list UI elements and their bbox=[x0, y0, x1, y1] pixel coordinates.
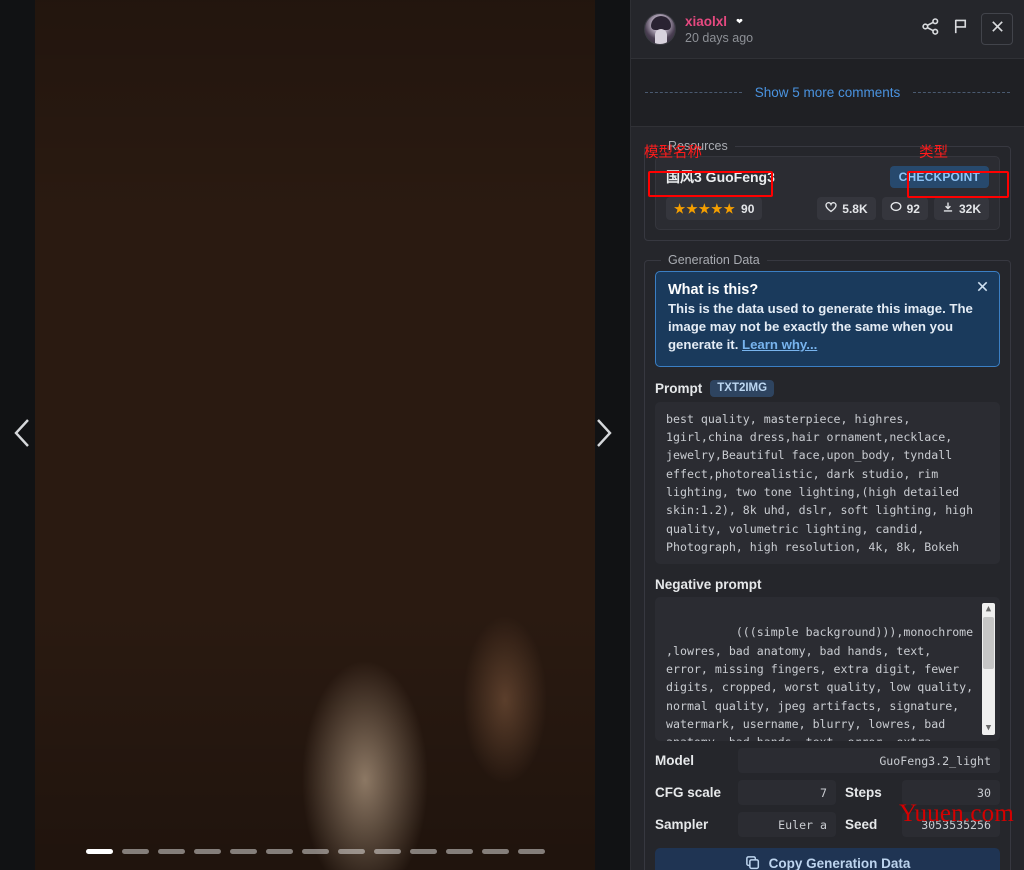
scroll-up-arrow-icon[interactable]: ▲ bbox=[986, 603, 991, 616]
post-timestamp: 20 days ago bbox=[685, 30, 754, 45]
carousel-dot[interactable] bbox=[409, 849, 437, 854]
sidebar-body: Resources 国风3 GuoFeng3 CHECKPOINT ★★★★★ … bbox=[631, 127, 1024, 870]
comment-icon bbox=[890, 201, 902, 216]
download-icon bbox=[942, 201, 954, 216]
sampler-seed-row: Sampler Euler a Seed 3053535256 bbox=[655, 812, 1000, 838]
generated-image bbox=[35, 0, 595, 870]
flag-icon bbox=[951, 17, 970, 41]
prompt-type-chip[interactable]: TXT2IMG bbox=[710, 379, 775, 397]
downloads-pill[interactable]: 32K bbox=[933, 197, 989, 220]
copy-generation-data-label: Copy Generation Data bbox=[768, 856, 911, 870]
negative-prompt-box[interactable]: (((simple background))),monochrome ,lowr… bbox=[655, 597, 1000, 742]
copy-icon bbox=[745, 855, 760, 870]
close-icon bbox=[976, 280, 989, 298]
detail-sidebar: xiaolxl ❤ 20 days ago Show 5 more commen… bbox=[630, 0, 1024, 870]
learn-why-link[interactable]: Learn why... bbox=[742, 337, 817, 352]
divider-left bbox=[645, 92, 742, 93]
carousel-dot[interactable] bbox=[337, 849, 365, 854]
image-detail-page: xiaolxl ❤ 20 days ago Show 5 more commen… bbox=[0, 0, 1024, 870]
model-row: Model GuoFeng3.2_light bbox=[655, 748, 1000, 774]
rating-count: 90 bbox=[741, 201, 755, 216]
callout-body-text: This is the data used to generate this i… bbox=[668, 301, 973, 353]
carousel-dot[interactable] bbox=[265, 849, 293, 854]
resource-card-top: 国风3 GuoFeng3 CHECKPOINT bbox=[666, 166, 989, 188]
negative-prompt-scrollbar[interactable]: ▲ ▼ bbox=[982, 603, 995, 736]
avatar[interactable] bbox=[644, 13, 676, 45]
cfg-scale-label: CFG scale bbox=[655, 785, 722, 801]
previous-image-button[interactable] bbox=[2, 405, 42, 465]
rating-pill[interactable]: ★★★★★ 90 bbox=[666, 197, 763, 220]
resource-card: 国风3 GuoFeng3 CHECKPOINT ★★★★★ 90 5.8K 92… bbox=[655, 156, 1000, 230]
chevron-right-icon bbox=[593, 416, 615, 455]
prompt-label-row: Prompt TXT2IMG bbox=[655, 379, 1000, 397]
generation-data-section: Generation Data What is this? This is th… bbox=[644, 253, 1011, 870]
scrollbar-thumb[interactable] bbox=[983, 617, 994, 670]
prompt-text[interactable]: best quality, masterpiece, highres, 1gir… bbox=[655, 401, 1000, 565]
next-image-button[interactable] bbox=[584, 405, 624, 465]
carousel-dot[interactable] bbox=[481, 849, 509, 854]
downloads-count: 32K bbox=[958, 201, 981, 216]
carousel-dot[interactable] bbox=[85, 849, 113, 854]
comments-section: Show 5 more comments bbox=[631, 59, 1024, 127]
share-button[interactable] bbox=[915, 14, 945, 44]
heart-icon bbox=[825, 201, 837, 216]
divider-right bbox=[913, 92, 1010, 93]
share-icon bbox=[921, 17, 940, 41]
username-link[interactable]: xiaolxl bbox=[685, 14, 727, 29]
engagement-pills: 5.8K 92 32K bbox=[817, 197, 989, 220]
carousel-dot[interactable] bbox=[229, 849, 257, 854]
chevron-left-icon bbox=[11, 416, 33, 455]
sidebar-header: xiaolxl ❤ 20 days ago bbox=[631, 0, 1024, 59]
carousel-dot[interactable] bbox=[157, 849, 185, 854]
callout-body: This is the data used to generate this i… bbox=[668, 300, 987, 355]
steps-value: 30 bbox=[902, 780, 1000, 806]
carousel-dot[interactable] bbox=[193, 849, 221, 854]
negative-prompt-label-row: Negative prompt bbox=[655, 577, 1000, 592]
star-rating-icon: ★★★★★ bbox=[674, 202, 737, 216]
resource-type-chip[interactable]: CHECKPOINT bbox=[889, 166, 989, 188]
model-value: GuoFeng3.2_light bbox=[738, 748, 1000, 774]
comments-count: 92 bbox=[906, 201, 920, 216]
seed-label: Seed bbox=[845, 817, 878, 833]
negative-prompt-label: Negative prompt bbox=[655, 577, 762, 593]
report-button[interactable] bbox=[945, 14, 975, 44]
info-callout: What is this? This is the data used to g… bbox=[655, 271, 1000, 367]
seed-value: 3053535256 bbox=[902, 812, 1000, 838]
carousel-indicators[interactable] bbox=[0, 849, 630, 854]
likes-count: 5.8K bbox=[842, 201, 868, 216]
heart-hexagon-badge-icon: ❤ bbox=[736, 16, 743, 26]
carousel-dot[interactable] bbox=[517, 849, 545, 854]
copy-generation-data-button[interactable]: Copy Generation Data bbox=[655, 848, 1000, 870]
resource-model-name[interactable]: 国风3 GuoFeng3 bbox=[666, 167, 775, 187]
carousel-dot[interactable] bbox=[121, 849, 149, 854]
comments-pill[interactable]: 92 bbox=[881, 197, 928, 220]
resources-section: Resources 国风3 GuoFeng3 CHECKPOINT ★★★★★ … bbox=[644, 139, 1011, 241]
negative-prompt-text: (((simple background))),monochrome ,lowr… bbox=[666, 625, 974, 741]
show-more-comments-link[interactable]: Show 5 more comments bbox=[742, 85, 914, 100]
steps-label: Steps bbox=[845, 785, 882, 801]
user-info: xiaolxl ❤ 20 days ago bbox=[685, 14, 753, 45]
scroll-down-arrow-icon[interactable]: ▼ bbox=[986, 722, 991, 735]
model-label: Model bbox=[655, 753, 694, 769]
close-button[interactable] bbox=[981, 13, 1013, 45]
sampler-label: Sampler bbox=[655, 817, 709, 833]
carousel-dot[interactable] bbox=[301, 849, 329, 854]
image-viewer bbox=[0, 0, 630, 870]
carousel-dot[interactable] bbox=[373, 849, 401, 854]
resource-card-stats: ★★★★★ 90 5.8K 92 32K bbox=[666, 197, 989, 220]
carousel-dot[interactable] bbox=[445, 849, 473, 854]
dismiss-callout-button[interactable] bbox=[974, 281, 990, 297]
generation-data-section-title: Generation Data bbox=[668, 253, 760, 267]
resources-section-title: Resources bbox=[668, 139, 728, 153]
prompt-label: Prompt bbox=[655, 380, 703, 396]
cfg-steps-row: CFG scale 7 Steps 30 bbox=[655, 780, 1000, 806]
close-icon bbox=[990, 19, 1005, 39]
likes-pill[interactable]: 5.8K bbox=[817, 197, 876, 220]
callout-title: What is this? bbox=[668, 282, 759, 298]
cfg-scale-value: 7 bbox=[738, 780, 836, 806]
sampler-value: Euler a bbox=[738, 812, 836, 838]
